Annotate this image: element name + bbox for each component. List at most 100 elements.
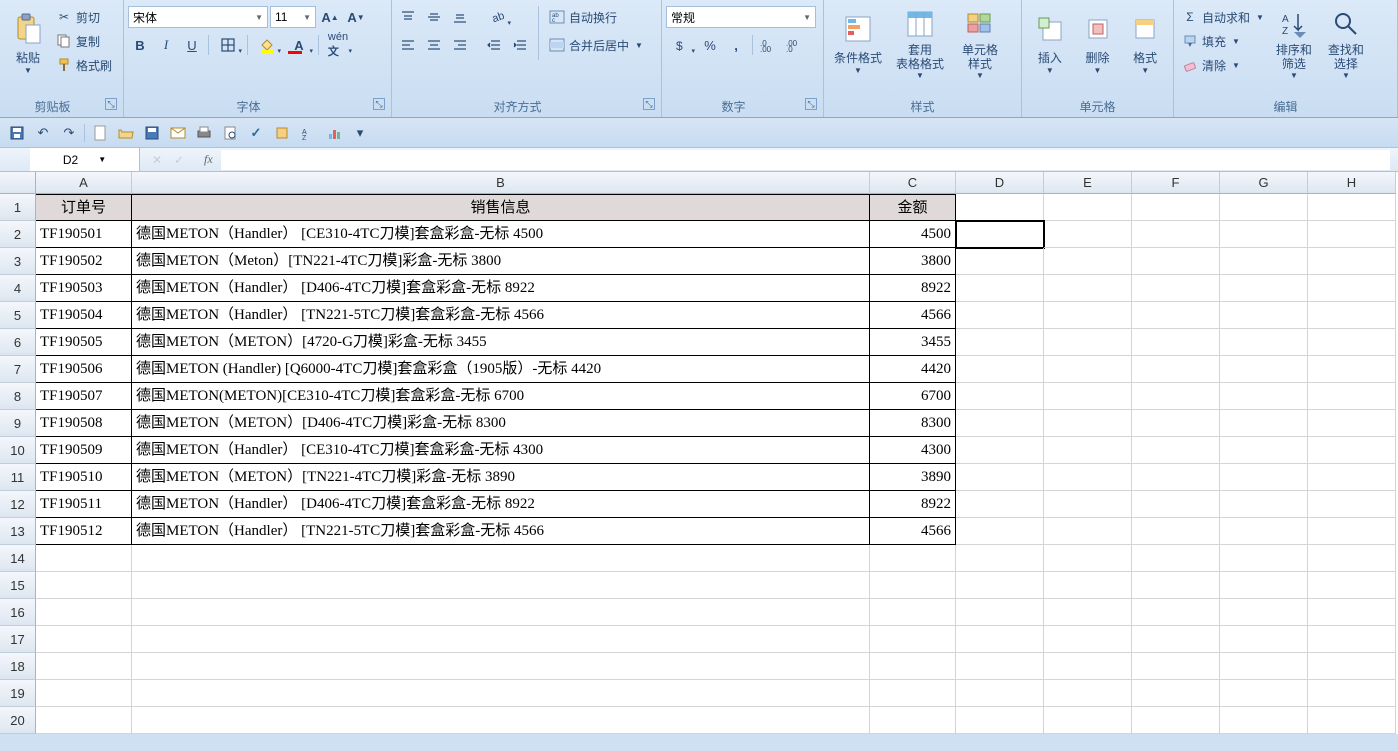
col-header-A[interactable]: A: [36, 172, 132, 194]
delete-cells-button[interactable]: 删除▼: [1074, 2, 1122, 86]
cell-H17[interactable]: [1308, 626, 1396, 653]
qat-open-button[interactable]: [115, 122, 137, 144]
cancel-formula-icon[interactable]: ✕: [148, 153, 166, 167]
cell-H16[interactable]: [1308, 599, 1396, 626]
cell-A2[interactable]: TF190501: [36, 221, 132, 248]
comma-button[interactable]: ,: [724, 34, 748, 56]
cell-H13[interactable]: [1308, 518, 1396, 545]
cell-D11[interactable]: [956, 464, 1044, 491]
cell-C10[interactable]: 4300: [870, 437, 956, 464]
cell-F19[interactable]: [1132, 680, 1220, 707]
cell-E15[interactable]: [1044, 572, 1132, 599]
cell-D15[interactable]: [956, 572, 1044, 599]
row-header-5[interactable]: 5: [0, 302, 36, 329]
cell-H11[interactable]: [1308, 464, 1396, 491]
currency-button[interactable]: $: [666, 34, 696, 56]
cell-F12[interactable]: [1132, 491, 1220, 518]
cell-B2[interactable]: 德国METON（Handler） [CE310-4TC刀模]套盒彩盒-无标 45…: [132, 221, 870, 248]
cell-E18[interactable]: [1044, 653, 1132, 680]
fill-color-button[interactable]: [252, 34, 282, 56]
cell-E20[interactable]: [1044, 707, 1132, 734]
decrease-decimal-button[interactable]: .00.0: [783, 34, 807, 56]
clear-button[interactable]: 清除▼: [1178, 54, 1268, 76]
font-launcher[interactable]: ⤡: [373, 98, 385, 110]
increase-indent-button[interactable]: [508, 34, 532, 56]
cell-G3[interactable]: [1220, 248, 1308, 275]
cell-B20[interactable]: [132, 707, 870, 734]
cell-C16[interactable]: [870, 599, 956, 626]
col-header-C[interactable]: C: [870, 172, 956, 194]
worksheet-grid[interactable]: ABCDEFGH 1订单号销售信息金额2TF190501德国METON（Hand…: [0, 172, 1398, 734]
cell-D20[interactable]: [956, 707, 1044, 734]
cell-H19[interactable]: [1308, 680, 1396, 707]
underline-button[interactable]: U: [180, 34, 204, 56]
cell-G1[interactable]: [1220, 194, 1308, 221]
row-header-6[interactable]: 6: [0, 329, 36, 356]
row-header-20[interactable]: 20: [0, 707, 36, 734]
cell-H6[interactable]: [1308, 329, 1396, 356]
cell-H18[interactable]: [1308, 653, 1396, 680]
cell-F7[interactable]: [1132, 356, 1220, 383]
cell-A14[interactable]: [36, 545, 132, 572]
cell-E4[interactable]: [1044, 275, 1132, 302]
cell-H10[interactable]: [1308, 437, 1396, 464]
cell-B13[interactable]: 德国METON（Handler） [TN221-5TC刀模]套盒彩盒-无标 45…: [132, 518, 870, 545]
autosum-button[interactable]: Σ自动求和▼: [1178, 6, 1268, 28]
col-header-B[interactable]: B: [132, 172, 870, 194]
cell-A9[interactable]: TF190508: [36, 410, 132, 437]
insert-cells-button[interactable]: 插入▼: [1026, 2, 1074, 86]
align-right-button[interactable]: [448, 34, 472, 56]
cell-C9[interactable]: 8300: [870, 410, 956, 437]
cell-D1[interactable]: [956, 194, 1044, 221]
cell-D4[interactable]: [956, 275, 1044, 302]
cell-C7[interactable]: 4420: [870, 356, 956, 383]
cell-H20[interactable]: [1308, 707, 1396, 734]
cell-C4[interactable]: 8922: [870, 275, 956, 302]
cell-A13[interactable]: TF190512: [36, 518, 132, 545]
grow-font-button[interactable]: A▲: [318, 6, 342, 28]
row-header-10[interactable]: 10: [0, 437, 36, 464]
col-header-F[interactable]: F: [1132, 172, 1220, 194]
cell-D16[interactable]: [956, 599, 1044, 626]
increase-decimal-button[interactable]: .0.00: [757, 34, 781, 56]
cell-F2[interactable]: [1132, 221, 1220, 248]
cell-G16[interactable]: [1220, 599, 1308, 626]
alignment-launcher[interactable]: ⤡: [643, 98, 655, 110]
wrap-text-button[interactable]: abc自动换行: [545, 6, 647, 28]
row-header-12[interactable]: 12: [0, 491, 36, 518]
cell-B14[interactable]: [132, 545, 870, 572]
cell-H8[interactable]: [1308, 383, 1396, 410]
cell-D6[interactable]: [956, 329, 1044, 356]
cell-G2[interactable]: [1220, 221, 1308, 248]
cell-F8[interactable]: [1132, 383, 1220, 410]
cell-C19[interactable]: [870, 680, 956, 707]
decrease-indent-button[interactable]: [482, 34, 506, 56]
cell-D10[interactable]: [956, 437, 1044, 464]
cell-F18[interactable]: [1132, 653, 1220, 680]
bold-button[interactable]: B: [128, 34, 152, 56]
number-launcher[interactable]: ⤡: [805, 98, 817, 110]
cell-B8[interactable]: 德国METON(METON)[CE310-4TC刀模]套盒彩盒-无标 6700: [132, 383, 870, 410]
cell-F15[interactable]: [1132, 572, 1220, 599]
row-header-3[interactable]: 3: [0, 248, 36, 275]
cell-A20[interactable]: [36, 707, 132, 734]
cell-E17[interactable]: [1044, 626, 1132, 653]
orientation-button[interactable]: ab: [482, 6, 512, 28]
cell-B1[interactable]: 销售信息: [132, 194, 870, 221]
cell-G6[interactable]: [1220, 329, 1308, 356]
cell-F1[interactable]: [1132, 194, 1220, 221]
cell-C15[interactable]: [870, 572, 956, 599]
cell-D9[interactable]: [956, 410, 1044, 437]
border-button[interactable]: [213, 34, 243, 56]
qat-preview-button[interactable]: [219, 122, 241, 144]
format-cells-button[interactable]: 格式▼: [1121, 2, 1169, 86]
cell-H7[interactable]: [1308, 356, 1396, 383]
cell-D5[interactable]: [956, 302, 1044, 329]
cell-B5[interactable]: 德国METON（Handler） [TN221-5TC刀模]套盒彩盒-无标 45…: [132, 302, 870, 329]
cell-B6[interactable]: 德国METON（METON）[4720-G刀模]彩盒-无标 3455: [132, 329, 870, 356]
cell-C1[interactable]: 金额: [870, 194, 956, 221]
copy-button[interactable]: 复制: [52, 30, 116, 52]
cell-D14[interactable]: [956, 545, 1044, 572]
find-select-button[interactable]: 查找和 选择▼: [1320, 2, 1372, 86]
row-header-18[interactable]: 18: [0, 653, 36, 680]
